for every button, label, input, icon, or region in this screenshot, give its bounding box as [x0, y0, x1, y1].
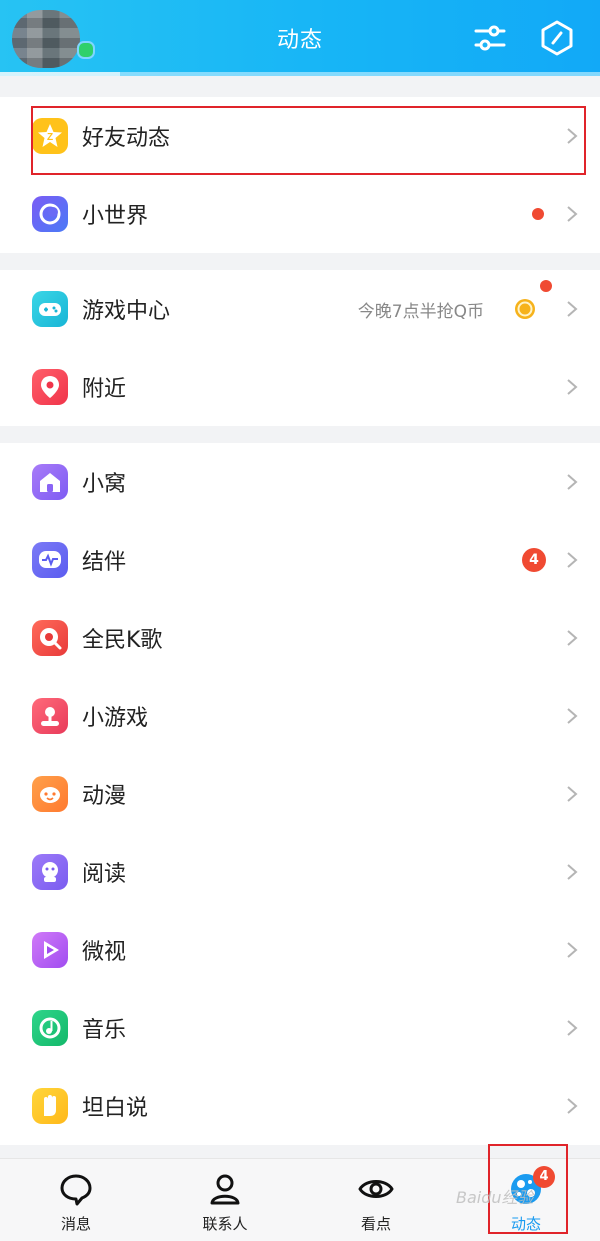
- menu-item-label: 结伴: [82, 550, 127, 575]
- ksong-icon: [32, 620, 68, 656]
- pulse-icon: [32, 542, 68, 578]
- promo-hint-text: 今晚7点半抢Q币: [357, 301, 484, 322]
- chevron-right-icon: [567, 379, 578, 395]
- menu-item-nearby[interactable]: 附近: [0, 348, 600, 426]
- menu-item-label: 微视: [82, 940, 127, 965]
- menu-item-ksong[interactable]: 全民K歌: [0, 599, 600, 677]
- chevron-right-icon: [567, 301, 578, 317]
- play-icon: [32, 932, 68, 968]
- menu-item-companion[interactable]: 结伴 4: [0, 521, 600, 599]
- music-note-icon: [32, 1010, 68, 1046]
- tab-label: 联系人: [202, 1215, 248, 1233]
- menu-item-game-center[interactable]: 游戏中心 今晚7点半抢Q币: [0, 270, 600, 348]
- tab-contacts[interactable]: 联系人: [175, 1159, 275, 1241]
- tab-label: 消息: [60, 1215, 91, 1233]
- tab-label: 看点: [360, 1215, 391, 1233]
- chevron-right-icon: [567, 708, 578, 724]
- chevron-right-icon: [567, 206, 578, 222]
- page-title: 动态: [276, 28, 323, 53]
- cartoon-face-icon: [32, 776, 68, 812]
- shield-hexagon-icon[interactable]: [537, 18, 577, 58]
- menu-item-mini-games[interactable]: 小游戏: [0, 677, 600, 755]
- chevron-right-icon: [567, 552, 578, 568]
- menu-item-label: 游戏中心: [82, 299, 171, 324]
- highlight-annotation: [31, 106, 586, 175]
- menu-item-label: 坦白说: [82, 1096, 149, 1121]
- notification-dot: [532, 208, 544, 220]
- section-games: 游戏中心 今晚7点半抢Q币 附近: [0, 270, 600, 426]
- menu-item-label: 动漫: [82, 784, 127, 809]
- menu-item-label: 附近: [82, 377, 127, 402]
- eye-icon: [358, 1180, 394, 1198]
- location-pin-icon: [32, 369, 68, 405]
- menu-item-label: 音乐: [82, 1018, 127, 1043]
- joystick-icon: [32, 698, 68, 734]
- menu-item-music[interactable]: 音乐: [0, 989, 600, 1067]
- menu-item-small-world[interactable]: 小世界: [0, 175, 600, 253]
- watermark-text: Baidu经验: [456, 1188, 534, 1207]
- menu-item-reading[interactable]: 阅读: [0, 833, 600, 911]
- header-divider: [0, 72, 600, 76]
- reader-icon: [32, 854, 68, 890]
- menu-item-label: 小游戏: [82, 706, 149, 731]
- chevron-right-icon: [567, 630, 578, 646]
- menu-item-label: 全民K歌: [82, 628, 163, 653]
- chat-bubble-icon: [60, 1174, 92, 1206]
- gold-coin-icon: [515, 299, 535, 319]
- chevron-right-icon: [567, 474, 578, 490]
- person-icon: [210, 1174, 240, 1205]
- tab-kandian[interactable]: 看点: [326, 1159, 426, 1241]
- chevron-right-icon: [567, 864, 578, 880]
- menu-item-label: 阅读: [82, 862, 127, 887]
- notification-dot: [540, 280, 552, 292]
- chevron-right-icon: [567, 786, 578, 802]
- menu-item-anime[interactable]: 动漫: [0, 755, 600, 833]
- chevron-right-icon: [567, 1020, 578, 1036]
- section-services: 小窝 结伴 4 全民K歌 小游戏 动漫 阅读 微视 音乐 坦白说: [0, 443, 600, 1145]
- top-bar: 动态: [0, 0, 600, 76]
- menu-item-label: 小窝: [82, 472, 127, 497]
- unread-count-badge: 4: [522, 548, 546, 572]
- menu-item-confession[interactable]: 坦白说: [0, 1067, 600, 1145]
- menu-item-weishi[interactable]: 微视: [0, 911, 600, 989]
- menu-item-nest[interactable]: 小窝: [0, 443, 600, 521]
- menu-item-label: 小世界: [82, 204, 149, 229]
- filter-settings-icon[interactable]: [470, 18, 510, 58]
- chevron-right-icon: [567, 1098, 578, 1114]
- house-icon: [32, 464, 68, 500]
- gamepad-icon: [32, 291, 68, 327]
- hand-icon: [32, 1088, 68, 1124]
- chevron-right-icon: [567, 942, 578, 958]
- planet-icon: [32, 196, 68, 232]
- tab-messages[interactable]: 消息: [26, 1159, 126, 1241]
